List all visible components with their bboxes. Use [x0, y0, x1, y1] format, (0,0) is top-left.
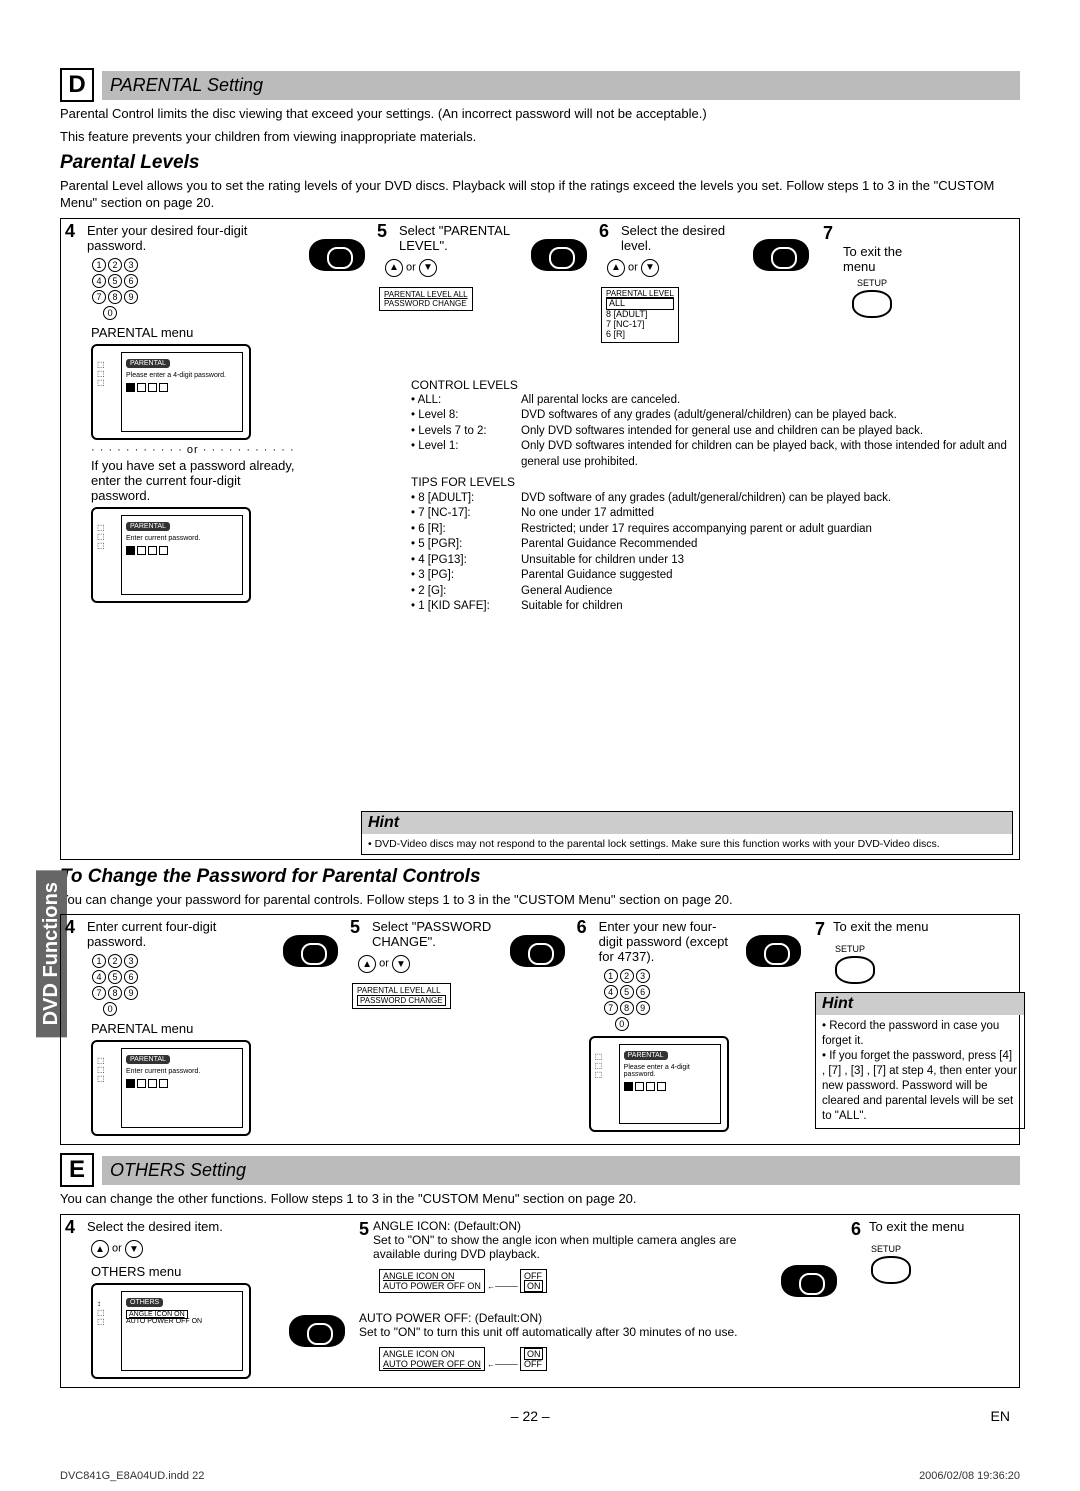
pw-step6-text: Enter your new four-digit password (exce… [599, 919, 733, 964]
auto-power-off-settings-box: ANGLE ICON ON AUTO POWER OFF ON ←──── ON… [379, 1343, 767, 1375]
tv-osd-new-password: ⬚⬚⬚ PARENTAL Please enter a 4-digit pass… [589, 1036, 729, 1132]
section-d-intro2: This feature prevents your children from… [60, 129, 1020, 146]
section-e-header: E OTHERS Setting [60, 1153, 1020, 1187]
others-step6-text: To exit the menu [869, 1219, 964, 1240]
step-number-6: 6 [851, 1219, 861, 1240]
section-d-intro1: Parental Control limits the disc viewing… [60, 106, 1020, 123]
section-letter-e: E [60, 1153, 94, 1187]
control-levels-heading: CONTROL LEVELS [411, 377, 1011, 393]
section-d-header: D PARENTAL Setting [60, 68, 1020, 102]
others-step4-text: Select the desired item. [87, 1219, 275, 1234]
hint-box-parental: Hint • DVD-Video discs may not respond t… [361, 811, 1013, 855]
arrow-up-down-icons: ▲ or ▼ [385, 259, 517, 277]
step7-text: To exit the menu [843, 244, 921, 274]
setup-button-icon: SETUP [835, 944, 1013, 986]
keypad-icon: 123 456 789 0 [91, 257, 295, 321]
parental-level-menu-box: PARENTAL LEVEL ALL PASSWORD CHANGE [379, 287, 473, 311]
enter-button-icon [753, 239, 809, 271]
others-flow: 4 Select the desired item. ▲ or ▼ OTHERS… [60, 1214, 1020, 1388]
parental-menu-label: PARENTAL menu [91, 325, 295, 340]
parental-menu-label: PARENTAL menu [91, 1021, 269, 1036]
enter-button-icon [289, 1315, 345, 1347]
step-number-5: 5 [359, 1219, 369, 1240]
step-number-5: 5 [377, 221, 387, 242]
auto-power-off-heading: AUTO POWER OFF: (Default:ON) [359, 1311, 542, 1325]
step-number-5: 5 [350, 917, 360, 938]
angle-icon-settings-box: ANGLE ICON ON AUTO POWER OFF ON ←──── OF… [379, 1265, 767, 1297]
or-separator: · · · · · · · · · · · or · · · · · · · ·… [91, 444, 295, 456]
enter-button-icon [746, 935, 801, 967]
pw-step4-text: Enter current four-digit password. [87, 919, 269, 949]
step4-text: Enter your desired four-digit password. [87, 223, 295, 253]
print-footer: DVC841G_E8A04UD.indd 22 2006/02/08 19:36… [0, 1464, 1080, 1488]
enter-button-icon [531, 239, 587, 271]
section-e-title: OTHERS Setting [102, 1156, 1020, 1185]
step-number-7: 7 [815, 919, 825, 940]
hint-box-password: Hint • Record the password in case you f… [815, 992, 1025, 1129]
page-number: – 22 – [511, 1408, 550, 1424]
enter-button-icon [510, 935, 565, 967]
parental-levels-heading: Parental Levels [60, 152, 1020, 174]
pw-step5-text: Select "PASSWORD CHANGE". [372, 919, 496, 949]
parental-level-list-box: PARENTAL LEVEL ALL 8 [ADULT] 7 [NC-17] 6… [601, 287, 679, 343]
step-number-4: 4 [65, 917, 75, 938]
step-number-6: 6 [599, 221, 609, 242]
section-letter-d: D [60, 68, 94, 102]
others-menu-label: OTHERS menu [91, 1264, 275, 1279]
step-number-6: 6 [577, 917, 587, 938]
enter-button-icon [781, 1265, 837, 1297]
step6-text: Select the desired level. [621, 223, 739, 253]
change-password-desc: You can change your password for parenta… [60, 892, 1020, 909]
parental-levels-desc: Parental Level allows you to set the rat… [60, 178, 1020, 212]
auto-power-off-desc: Set to "ON" to turn this unit off automa… [359, 1325, 767, 1339]
tv-osd-current-password: ⬚⬚⬚ PARENTAL Enter current password. [91, 507, 251, 603]
angle-icon-heading: ANGLE ICON: (Default:ON) [373, 1219, 521, 1233]
enter-button-icon [309, 239, 365, 271]
language-code: EN [991, 1408, 1010, 1424]
tv-osd-enter-current: ⬚⬚⬚ PARENTAL Enter current password. [91, 1040, 251, 1136]
section-d-title: PARENTAL Setting [102, 71, 1020, 100]
step5-text: Select "PARENTAL LEVEL". [399, 223, 517, 253]
section-e-intro: You can change the other functions. Foll… [60, 1191, 1020, 1208]
keypad-icon: 123 456 789 0 [91, 953, 269, 1017]
step-number-4: 4 [65, 221, 75, 242]
setup-button-icon: SETUP [823, 278, 921, 320]
tv-osd-others: ↕⬚⬚ OTHERS ANGLE ICON ON AUTO POWER OFF … [91, 1283, 251, 1379]
pw-step7-text: To exit the menu [833, 919, 928, 940]
step-number-7: 7 [823, 223, 921, 244]
password-change-menu-box: PARENTAL LEVEL ALL PASSWORD CHANGE [352, 983, 451, 1009]
arrow-up-down-icons: ▲ or ▼ [607, 259, 739, 277]
setup-button-icon: SETUP [871, 1244, 989, 1286]
step4b-text: If you have set a password already, ente… [91, 458, 295, 503]
arrow-up-down-icons: ▲ or ▼ [358, 955, 496, 973]
tips-levels-list: • 8 [ADULT]:DVD software of any grades (… [411, 491, 1011, 615]
step-number-4: 4 [65, 1217, 75, 1238]
keypad-icon: 123 456 789 0 [603, 968, 733, 1032]
control-levels-list: • ALL:All parental locks are canceled.• … [411, 393, 1011, 471]
angle-icon-desc: Set to "ON" to show the angle icon when … [373, 1233, 767, 1261]
password-change-flow: 4 Enter current four-digit password. 123… [60, 914, 1020, 1145]
tv-osd-enter-password: ⬚⬚⬚ PARENTAL Please enter a 4-digit pass… [91, 344, 251, 440]
parental-levels-flow: 4 Enter your desired four-digit password… [60, 218, 1020, 860]
change-password-heading: To Change the Password for Parental Cont… [60, 866, 1020, 888]
enter-button-icon [283, 935, 338, 967]
tips-levels-heading: TIPS FOR LEVELS [411, 474, 1011, 490]
arrow-up-down-icons: ▲ or ▼ [91, 1240, 275, 1258]
